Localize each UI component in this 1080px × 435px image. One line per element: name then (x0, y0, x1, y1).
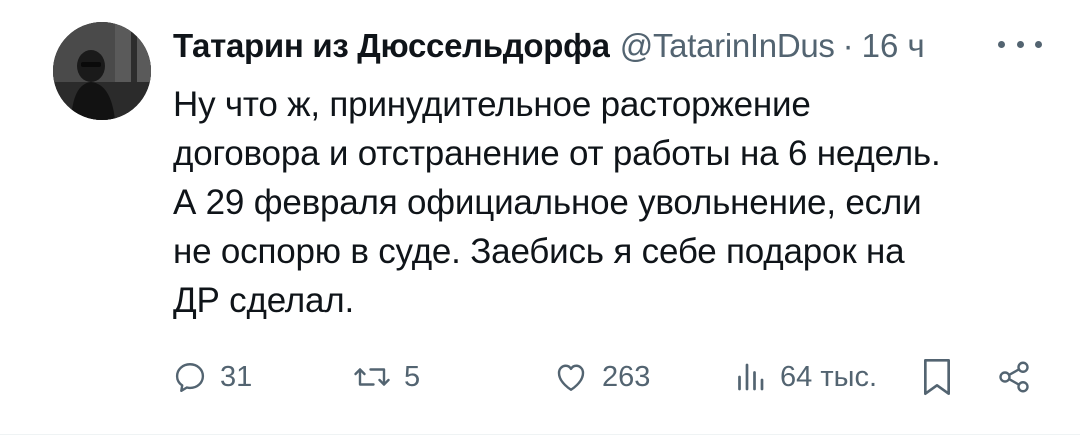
views-chart-icon (738, 363, 764, 391)
repost-icon (354, 368, 390, 386)
like-count: 263 (602, 360, 651, 393)
user-handle[interactable]: @TatarinInDus (620, 26, 835, 66)
avatar[interactable] (53, 22, 151, 120)
share-button[interactable] (996, 352, 1032, 402)
separator-dot: · (842, 27, 854, 64)
more-horizontal-icon (998, 40, 1005, 48)
reply-icon (175, 363, 205, 392)
views-button[interactable]: 64 тыс. (732, 352, 877, 402)
bookmark-button[interactable] (922, 352, 952, 402)
more-horizontal-icon-dot (1035, 40, 1042, 48)
tweet-text: Ну что ж, принудительное расторжение дог… (173, 85, 941, 320)
like-button[interactable]: 263 (552, 352, 650, 402)
more-options-button[interactable] (998, 34, 1042, 54)
profile-photo-icon (53, 22, 151, 120)
views-count: 64 тыс. (780, 360, 877, 393)
tweet: Татарин из Дюссельдорфа @TatarinInDus · … (0, 0, 1080, 435)
repost-count: 5 (404, 360, 421, 393)
tweet-header: Татарин из Дюссельдорфа @TatarinInDus · … (173, 26, 1053, 66)
heart-icon (557, 364, 585, 391)
reply-button[interactable]: 31 (172, 352, 252, 402)
bookmark-icon (924, 359, 950, 395)
reply-count: 31 (220, 360, 253, 393)
repost-button[interactable]: 5 (352, 352, 420, 402)
more-horizontal-icon-dot (1016, 40, 1024, 48)
action-bar: 31 5 263 64 тыс. (0, 352, 1080, 402)
display-name[interactable]: Татарин из Дюссельдорфа (173, 26, 610, 66)
share-icon (999, 361, 1029, 393)
tweet-timestamp[interactable]: 16 ч (862, 26, 925, 66)
